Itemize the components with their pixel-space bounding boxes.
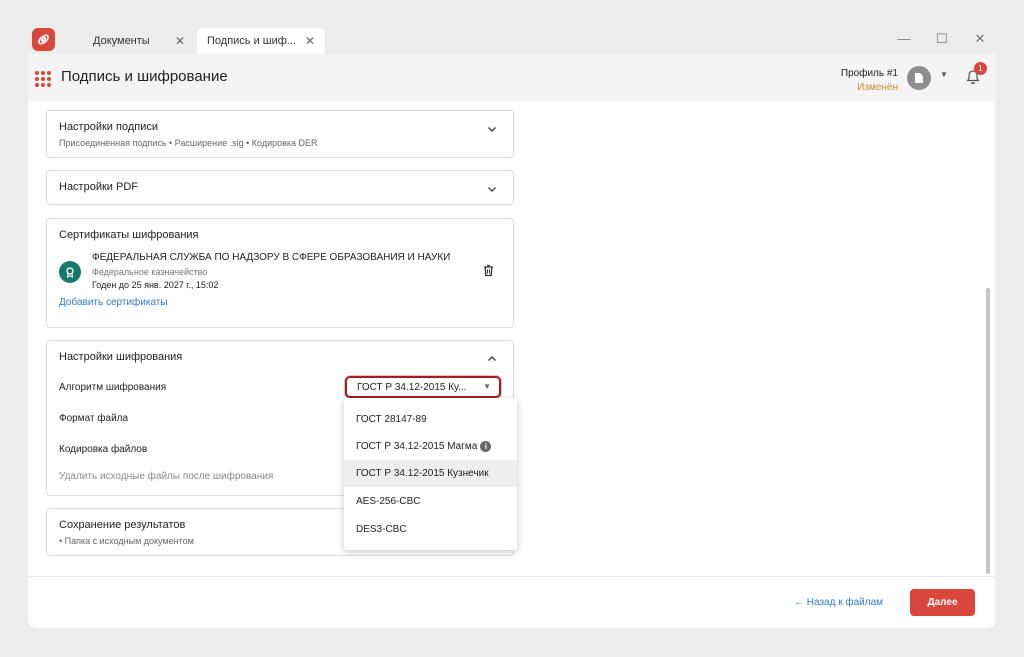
algorithm-option[interactable]: DES3-CBC [344, 516, 517, 543]
card-title: Сохранение результатов [59, 519, 186, 531]
caret-down-icon: ▼ [483, 382, 491, 391]
file-format-label: Формат файла [59, 413, 129, 424]
card-title: Сертификаты шифрования [59, 229, 199, 241]
page-header: Подпись и шифрование Профиль #1 Изменён … [28, 54, 996, 102]
certificate-icon [59, 261, 81, 283]
close-icon[interactable]: ✕ [175, 34, 185, 48]
close-window-icon[interactable]: ✕ [972, 31, 988, 47]
close-icon[interactable]: ✕ [305, 34, 315, 48]
algorithm-label: Алгоритм шифрования [59, 382, 167, 393]
algorithm-option[interactable]: ГОСТ 28147-89 [344, 406, 517, 433]
card-title: Настройки шифрования [59, 351, 183, 363]
card-title: Настройки подписи [59, 121, 158, 133]
app-logo-icon [32, 28, 55, 51]
signature-settings-card[interactable]: Настройки подписи Присоединенная подпись… [46, 110, 514, 158]
chevron-down-icon[interactable] [487, 124, 497, 134]
scrollbar[interactable] [986, 288, 990, 574]
certificate-name: ФЕДЕРАЛЬНАЯ СЛУЖБА ПО НАДЗОРУ В СФЕРЕ ОБ… [92, 252, 451, 263]
encryption-certificates-card: Сертификаты шифрования ФЕДЕРАЛЬНАЯ СЛУЖБ… [46, 218, 514, 328]
notification-badge: 1 [974, 62, 987, 75]
file-encoding-label: Кодировка файлов [59, 444, 148, 455]
minimize-icon[interactable]: — [896, 31, 912, 46]
chevron-down-icon[interactable] [487, 184, 497, 194]
profile-status: Изменён [857, 82, 898, 93]
footer: ← Назад к файлам Далее [28, 576, 994, 628]
tab-bar: Документы ✕ Подпись и шиф... ✕ — ☐ ✕ [28, 24, 996, 54]
pdf-settings-card[interactable]: Настройки PDF [46, 170, 514, 205]
avatar[interactable] [907, 66, 931, 90]
profile-name[interactable]: Профиль #1 [841, 68, 898, 79]
apps-grid-icon[interactable] [35, 71, 51, 87]
tab-label: Документы [93, 35, 150, 47]
next-button[interactable]: Далее [910, 589, 975, 616]
chevron-down-icon[interactable]: ▼ [940, 70, 948, 79]
card-title: Настройки PDF [59, 181, 138, 193]
algorithm-select-value: ГОСТ Р 34.12-2015 Ку... [357, 382, 467, 393]
back-to-files-link[interactable]: ← Назад к файлам [794, 597, 883, 608]
tab-label: Подпись и шиф... [207, 35, 296, 47]
algorithm-option-selected[interactable]: ГОСТ Р 34.12-2015 Кузнечик [344, 460, 517, 487]
document-icon [915, 73, 923, 83]
certificate-issuer: Федеральное казначейство [92, 267, 208, 277]
certificate-validity: Годен до 25 янв. 2027 г., 15:02 [92, 280, 219, 290]
algorithm-option[interactable]: ГОСТ Р 34.12-2015 Магма i [344, 433, 517, 460]
algorithm-dropdown-menu: ГОСТ 28147-89 ГОСТ Р 34.12-2015 Магма i Г… [344, 398, 517, 550]
algorithm-option[interactable]: AES-256-CBC [344, 488, 517, 515]
chevron-up-icon[interactable] [487, 354, 497, 364]
trash-icon[interactable] [483, 264, 494, 277]
algorithm-select[interactable]: ГОСТ Р 34.12-2015 Ку... ▼ [345, 376, 501, 398]
info-icon[interactable]: i [480, 441, 492, 452]
tab-sign-encrypt[interactable]: Подпись и шиф... ✕ [197, 28, 325, 54]
page-title: Подпись и шифрование [61, 68, 228, 85]
card-summary: Присоединенная подпись • Расширение .sig… [59, 138, 318, 148]
card-summary: • Папка с исходным документом [59, 536, 194, 546]
app-window: Документы ✕ Подпись и шиф... ✕ — ☐ ✕ Под… [28, 24, 996, 628]
add-certificates-link[interactable]: Добавить сертификаты [59, 297, 168, 308]
delete-source-files-label[interactable]: Удалить исходные файлы после шифрования [59, 471, 273, 482]
tab-documents[interactable]: Документы ✕ [83, 28, 195, 54]
maximize-icon[interactable]: ☐ [934, 31, 950, 47]
